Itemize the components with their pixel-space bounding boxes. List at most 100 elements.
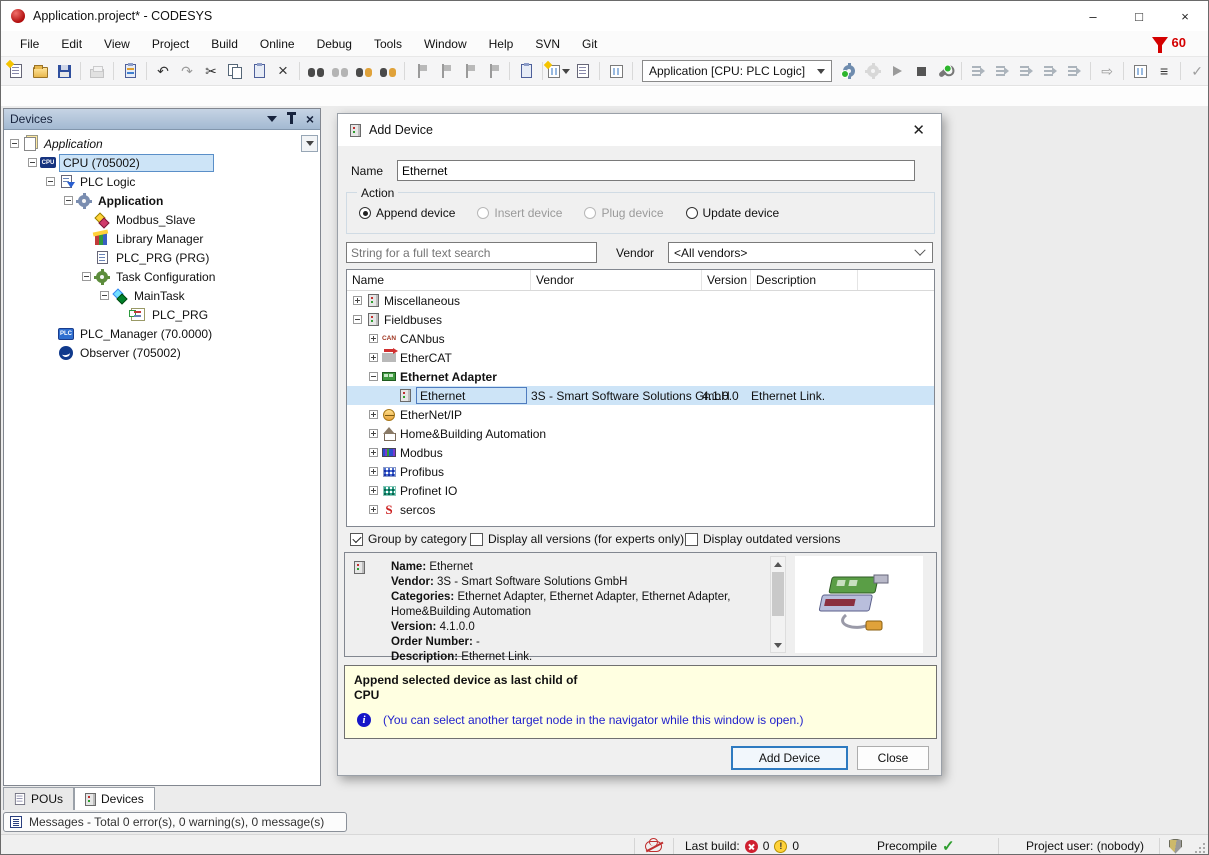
undo-button[interactable]: ↶ bbox=[152, 60, 174, 82]
dialog-close-button[interactable]: ✕ bbox=[908, 121, 929, 139]
print-button[interactable] bbox=[86, 60, 108, 82]
properties-button[interactable] bbox=[515, 60, 537, 82]
expand-icon[interactable] bbox=[369, 334, 378, 343]
tab-devices[interactable]: Devices bbox=[74, 787, 155, 810]
build-button[interactable] bbox=[934, 60, 956, 82]
copy-button[interactable] bbox=[224, 60, 246, 82]
previous-bookmark-button[interactable] bbox=[434, 60, 456, 82]
tree-item-task-configuration[interactable]: Task Configuration bbox=[4, 267, 320, 286]
collapse-icon[interactable] bbox=[28, 158, 37, 167]
column-name[interactable]: Name bbox=[347, 270, 531, 290]
collapse-icon[interactable] bbox=[369, 372, 378, 381]
expand-icon[interactable] bbox=[369, 353, 378, 362]
close-button[interactable]: × bbox=[1162, 1, 1208, 31]
expand-icon[interactable] bbox=[353, 296, 362, 305]
tree-item-library-manager[interactable]: Library Manager bbox=[4, 229, 320, 248]
pin-panel-button[interactable] bbox=[287, 115, 296, 124]
radio-append-device[interactable]: Append device bbox=[359, 206, 455, 220]
column-description[interactable]: Description bbox=[751, 270, 858, 290]
redo-button[interactable]: ↷ bbox=[176, 60, 198, 82]
menu-online[interactable]: Online bbox=[249, 34, 306, 54]
open-project-button[interactable] bbox=[29, 60, 51, 82]
tree-item-maintask[interactable]: MainTask bbox=[4, 286, 320, 305]
collapse-icon[interactable] bbox=[82, 272, 91, 281]
menu-build[interactable]: Build bbox=[200, 34, 249, 54]
write-values-button[interactable]: ⇨ bbox=[1096, 60, 1118, 82]
tree-item-plc-prg[interactable]: PLC_PRG (PRG) bbox=[4, 248, 320, 267]
menu-file[interactable]: File bbox=[9, 34, 50, 54]
minimize-button[interactable]: – bbox=[1070, 1, 1116, 31]
replace-button[interactable] bbox=[329, 60, 351, 82]
device-row-canbus[interactable]: CANCANbus bbox=[347, 329, 934, 348]
clear-bookmarks-button[interactable] bbox=[482, 60, 504, 82]
menu-help[interactable]: Help bbox=[478, 34, 525, 54]
tab-pous[interactable]: POUs bbox=[3, 787, 74, 810]
messages-bar[interactable]: Messages - Total 0 error(s), 0 warning(s… bbox=[3, 812, 347, 832]
scroll-down-icon[interactable] bbox=[771, 638, 785, 652]
tree-item-cpu[interactable]: CPU CPU (705002) bbox=[4, 153, 320, 172]
resize-grip[interactable] bbox=[1195, 843, 1205, 853]
checkbox-group-by-category[interactable]: Group by category bbox=[350, 532, 467, 546]
tree-item-plc-logic[interactable]: PLC Logic bbox=[4, 172, 320, 191]
flow-control-button[interactable]: ≡ bbox=[1153, 60, 1175, 82]
reset-button[interactable] bbox=[1063, 60, 1085, 82]
add-object-button[interactable] bbox=[572, 60, 594, 82]
step-out-button[interactable] bbox=[1015, 60, 1037, 82]
add-device-button[interactable]: Add Device bbox=[731, 746, 848, 770]
tree-item-observer[interactable]: Observer (705002) bbox=[4, 343, 320, 362]
close-panel-button[interactable]: × bbox=[306, 112, 314, 126]
run-to-cursor-button[interactable] bbox=[1039, 60, 1061, 82]
device-row-ethernet-selected[interactable]: Ethernet 3S - Smart Software Solutions G… bbox=[347, 386, 934, 405]
device-row-ethernet-ip[interactable]: EtherNet/IP bbox=[347, 405, 934, 424]
tree-item-modbus-slave[interactable]: Modbus_Slave bbox=[4, 210, 320, 229]
menu-git[interactable]: Git bbox=[571, 34, 608, 54]
toggle-bookmark-button[interactable] bbox=[410, 60, 432, 82]
details-scrollbar[interactable] bbox=[770, 556, 786, 653]
checkbox-display-all-versions[interactable]: Display all versions (for experts only) bbox=[470, 532, 684, 546]
device-row-home-building[interactable]: Home&Building Automation bbox=[347, 424, 934, 443]
active-application-selector[interactable]: Application [CPU: PLC Logic] bbox=[642, 60, 832, 82]
next-bookmark-button[interactable] bbox=[458, 60, 480, 82]
find-button[interactable] bbox=[305, 60, 327, 82]
radio-update-device[interactable]: Update device bbox=[686, 206, 780, 220]
find-in-project-button[interactable] bbox=[353, 60, 375, 82]
security-status[interactable] bbox=[1169, 835, 1182, 855]
menu-window[interactable]: Window bbox=[413, 34, 478, 54]
step-into-button[interactable] bbox=[991, 60, 1013, 82]
cut-button[interactable]: ✂ bbox=[200, 60, 222, 82]
device-row-profinet-io[interactable]: Profinet IO bbox=[347, 481, 934, 500]
panel-menu-button[interactable] bbox=[267, 116, 277, 122]
step-over-button[interactable] bbox=[967, 60, 989, 82]
menu-project[interactable]: Project bbox=[141, 34, 200, 54]
device-row-ethercat[interactable]: EtherCAT bbox=[347, 348, 934, 367]
new-object-button[interactable] bbox=[548, 60, 570, 82]
device-row-miscellaneous[interactable]: Miscellaneous bbox=[347, 291, 934, 310]
menu-edit[interactable]: Edit bbox=[50, 34, 93, 54]
device-row-sercos[interactable]: Ssercos bbox=[347, 500, 934, 519]
close-dialog-button[interactable]: Close bbox=[857, 746, 929, 770]
project-settings-button[interactable] bbox=[119, 60, 141, 82]
tree-item-application[interactable]: Application bbox=[4, 191, 320, 210]
expand-icon[interactable] bbox=[369, 505, 378, 514]
collapse-icon[interactable] bbox=[353, 315, 362, 324]
scroll-up-icon[interactable] bbox=[771, 557, 785, 571]
start-button[interactable] bbox=[886, 60, 908, 82]
tree-item-plc-manager[interactable]: PLC PLC_Manager (70.0000) bbox=[4, 324, 320, 343]
menu-svn[interactable]: SVN bbox=[524, 34, 571, 54]
maximize-button[interactable]: □ bbox=[1116, 1, 1162, 31]
notification-filter[interactable]: 60 bbox=[1152, 35, 1186, 50]
stop-button[interactable] bbox=[910, 60, 932, 82]
device-row-profibus[interactable]: Profibus bbox=[347, 462, 934, 481]
tree-item-application-root[interactable]: Application bbox=[4, 134, 320, 153]
menu-tools[interactable]: Tools bbox=[363, 34, 413, 54]
expand-icon[interactable] bbox=[369, 486, 378, 495]
paste-button[interactable] bbox=[248, 60, 270, 82]
device-row-fieldbuses[interactable]: Fieldbuses bbox=[347, 310, 934, 329]
device-search-input[interactable] bbox=[346, 242, 597, 263]
checkbox-display-outdated-versions[interactable]: Display outdated versions bbox=[685, 532, 840, 546]
new-project-button[interactable] bbox=[5, 60, 27, 82]
expand-icon[interactable] bbox=[369, 467, 378, 476]
tree-item-plc-prg-call[interactable]: PLC_PRG bbox=[4, 305, 320, 324]
scrollbar-thumb[interactable] bbox=[772, 572, 784, 616]
login-button[interactable] bbox=[838, 60, 860, 82]
